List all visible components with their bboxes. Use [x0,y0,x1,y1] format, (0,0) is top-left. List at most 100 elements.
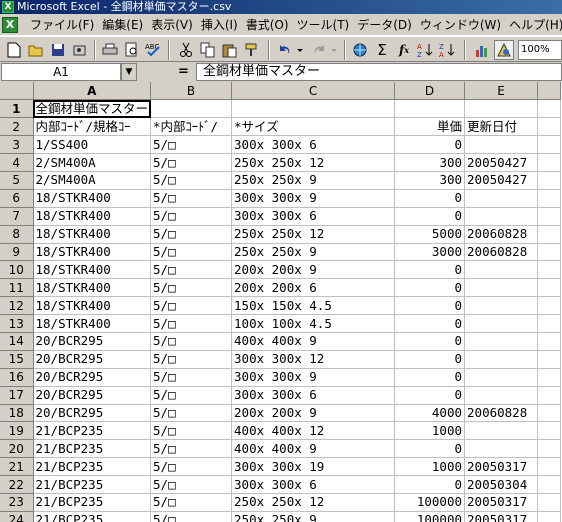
cell-d[interactable]: 5000 [394,225,466,244]
cell-e[interactable] [464,278,539,298]
cell-e[interactable]: 20050317 [464,493,539,512]
cell-b[interactable]: 5/□ [150,260,233,280]
cell-c[interactable]: 200x 200x 9 [231,404,396,423]
cell-f[interactable] [537,243,562,262]
sort-ascending-icon[interactable]: AZ [416,40,436,60]
cell-a[interactable]: 18/STKR400 [33,278,152,298]
cell-c[interactable]: 150x 150x 4.5 [231,296,396,316]
cell-e[interactable]: 20050427 [464,171,539,190]
menu-tools[interactable]: ツール(T) [293,17,354,33]
row-header[interactable]: 14 [0,332,34,351]
cell-a[interactable]: 20/BCR295 [33,332,152,351]
cell-e[interactable]: 20050304 [464,475,539,494]
save-icon[interactable] [48,40,68,60]
cell-e[interactable]: 20050317 [464,457,539,477]
cell-f[interactable] [537,99,562,119]
cell-c[interactable]: 250x 250x 12 [231,493,396,512]
cell-e[interactable] [464,99,539,119]
row-header[interactable]: 21 [0,457,34,477]
cell-d[interactable]: 0 [394,368,466,387]
cell-a[interactable]: 18/STKR400 [33,243,152,262]
cell-f[interactable] [537,314,562,333]
cell-e[interactable] [464,189,539,208]
cell-f[interactable] [537,207,562,226]
menu-view[interactable]: 表示(V) [147,17,197,33]
row-header[interactable]: 12 [0,296,34,316]
cell-e[interactable] [464,314,539,333]
row-header[interactable]: 7 [0,207,34,226]
cell-b[interactable]: 5/□ [150,189,233,208]
row-header[interactable]: 19 [0,421,34,441]
row-header[interactable]: 23 [0,493,34,512]
cell-f[interactable] [537,332,562,351]
cell-e[interactable] [464,135,539,155]
cell-a[interactable]: 18/STKR400 [33,260,152,280]
column-header-f[interactable] [537,82,562,101]
row-header[interactable]: 8 [0,225,34,244]
cell-a[interactable]: 21/BCP235 [33,421,152,441]
cell-b[interactable]: *内部ｺｰﾄﾞ/ [150,117,233,137]
autosum-icon[interactable]: Σ [372,40,392,60]
cell-e[interactable] [464,350,539,369]
row-header[interactable]: 2 [0,117,34,137]
cell-a[interactable]: 1/SS400 [33,135,152,155]
spelling-icon[interactable]: ABC [144,40,164,60]
row-header[interactable]: 18 [0,404,34,423]
row-header[interactable]: 20 [0,439,34,459]
cell-f[interactable] [537,260,562,280]
cell-f[interactable] [537,457,562,477]
column-header-e[interactable]: E [464,82,539,101]
cell-c[interactable]: 250x 250x 9 [231,171,396,190]
cell-a[interactable]: 内部ｺｰﾄﾞ/規格ｺｰ [33,117,152,137]
cell-f[interactable] [537,171,562,190]
name-box-dropdown-icon[interactable]: ▼ [121,63,137,81]
cell-d[interactable]: 0 [394,475,466,494]
document-icon[interactable]: X [2,17,18,33]
copy-icon[interactable] [198,40,218,60]
cell-d[interactable]: 100000 [394,493,466,512]
cell-b[interactable]: 5/□ [150,457,233,477]
row-header[interactable]: 6 [0,189,34,208]
cell-c[interactable]: 200x 200x 6 [231,278,396,298]
cell-c[interactable]: 250x 250x 12 [231,153,396,172]
menu-file[interactable]: ファイル(F) [26,17,98,33]
menu-help[interactable]: ヘルプ(H) [505,17,562,33]
cell-d[interactable]: 1000 [394,457,466,477]
menu-format[interactable]: 書式(O) [242,17,293,33]
row-header[interactable]: 16 [0,368,34,387]
cell-b[interactable]: 5/□ [150,171,233,190]
cell-f[interactable] [537,189,562,208]
cell-c[interactable]: 250x 250x 9 [231,243,396,262]
cell-a[interactable]: 20/BCR295 [33,404,152,423]
menu-window[interactable]: ウィンドウ(W) [416,17,505,33]
worksheet-grid[interactable]: A B C D E 1 全鋼材単価マスター 2 内部ｺｰﾄﾞ/規格ｺｰ *内部ｺｰﾄﾞ/… [0,82,562,522]
cell-b[interactable]: 5/□ [150,439,233,459]
cell-b[interactable]: 5/□ [150,332,233,351]
cell-a[interactable]: 18/STKR400 [33,225,152,244]
cell-f[interactable] [537,439,562,459]
formula-input[interactable]: 全鋼材単価マスター [196,63,562,81]
cell-d[interactable]: 単価 [394,117,466,137]
cell-a[interactable]: 18/STKR400 [33,314,152,333]
row-header[interactable]: 5 [0,171,34,190]
cell-c[interactable]: 300x 300x 9 [231,189,396,208]
cell-f[interactable] [537,421,562,441]
select-all-corner[interactable] [0,82,34,101]
cell-a[interactable]: 2/SM400A [33,153,152,172]
cell-c[interactable]: 400x 400x 12 [231,421,396,441]
row-header[interactable]: 15 [0,350,34,369]
cut-icon[interactable] [176,40,196,60]
cell-b[interactable]: 5/□ [150,404,233,423]
cell-f[interactable] [537,153,562,172]
print-icon[interactable] [100,40,120,60]
sort-descending-icon[interactable]: ZA [438,40,458,60]
cell-b[interactable]: 5/□ [150,475,233,494]
column-header-d[interactable]: D [394,82,466,101]
cell-a[interactable]: 2/SM400A [33,171,152,190]
row-header[interactable]: 3 [0,135,34,155]
cell-c[interactable]: 100x 100x 4.5 [231,314,396,333]
cell-d[interactable]: 300 [394,171,466,190]
menu-data[interactable]: データ(D) [353,17,416,33]
column-header-c[interactable]: C [231,82,396,101]
open-folder-icon[interactable] [26,40,46,60]
